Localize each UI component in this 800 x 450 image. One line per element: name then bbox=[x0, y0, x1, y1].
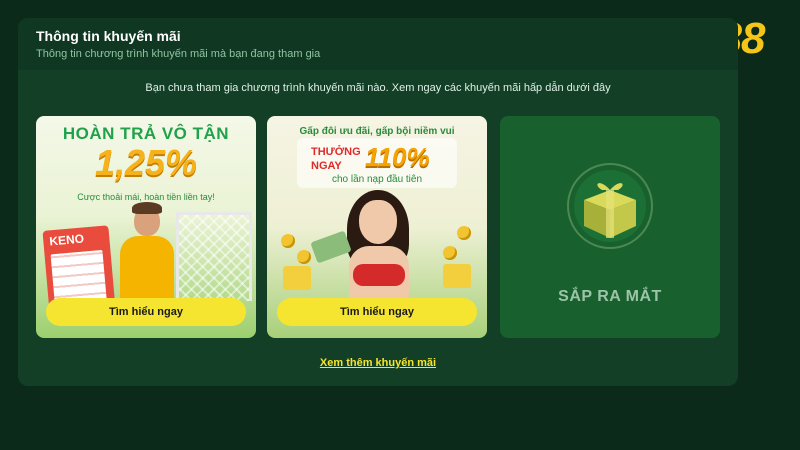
no-promo-notice: Bạn chưa tham gia chương trình khuyến mã… bbox=[145, 82, 611, 94]
woman-illustration bbox=[339, 190, 419, 302]
coin-icon bbox=[443, 246, 457, 260]
gift-icon bbox=[283, 266, 311, 290]
woman-red-top bbox=[353, 264, 405, 286]
woman-face bbox=[359, 200, 397, 244]
promo-card-coming-soon: SẮP RA MẮT bbox=[500, 116, 720, 338]
promo-tagline: Cược thoải mái, hoàn tiền liền tay! bbox=[77, 192, 215, 202]
learn-more-button[interactable]: Tìm hiểu ngay bbox=[277, 298, 477, 326]
learn-more-button[interactable]: Tìm hiểu ngay bbox=[46, 298, 246, 326]
player-hair bbox=[132, 202, 162, 214]
coin-icon bbox=[457, 226, 471, 240]
gift-box-icon bbox=[567, 163, 653, 249]
see-more-promotions-link[interactable]: Xem thêm khuyến mãi bbox=[18, 357, 738, 369]
coin-icon bbox=[297, 250, 311, 264]
promo-card-first-deposit[interactable]: Gấp đôi ưu đãi, gấp bội niềm vui THƯỞNG … bbox=[267, 116, 487, 338]
coming-soon-label: SẮP RA MẮT bbox=[558, 288, 662, 305]
promo-percent: 110% bbox=[365, 142, 430, 172]
promo-headline: HOÀN TRẢ VÔ TẬN bbox=[62, 124, 230, 143]
promo-label-line2: NGAY bbox=[311, 160, 342, 172]
panel-subtitle: Thông tin chương trình khuyến mãi mà bạn… bbox=[36, 48, 321, 60]
promotions-panel: Thông tin khuyến mãi Thông tin chương tr… bbox=[18, 18, 738, 386]
panel-header: Thông tin khuyến mãi Thông tin chương tr… bbox=[18, 18, 738, 70]
promo-card-cashback[interactable]: HOÀN TRẢ VÔ TẬN 1,25% Cược thoải mái, ho… bbox=[36, 116, 256, 338]
promo-label-line1: THƯỞNG bbox=[311, 146, 361, 158]
panel-title: Thông tin khuyến mãi bbox=[36, 28, 181, 44]
coin-icon bbox=[281, 234, 295, 248]
promo-top-line: Gấp đôi ưu đãi, gấp bội niềm vui bbox=[299, 126, 455, 137]
promo-rate: 1,25% bbox=[94, 142, 198, 183]
promo-subline: cho lần nạp đầu tiên bbox=[331, 174, 423, 185]
goal-net-illustration bbox=[176, 212, 252, 301]
gift-icon bbox=[443, 264, 471, 288]
keno-badge: KENO bbox=[48, 231, 85, 249]
